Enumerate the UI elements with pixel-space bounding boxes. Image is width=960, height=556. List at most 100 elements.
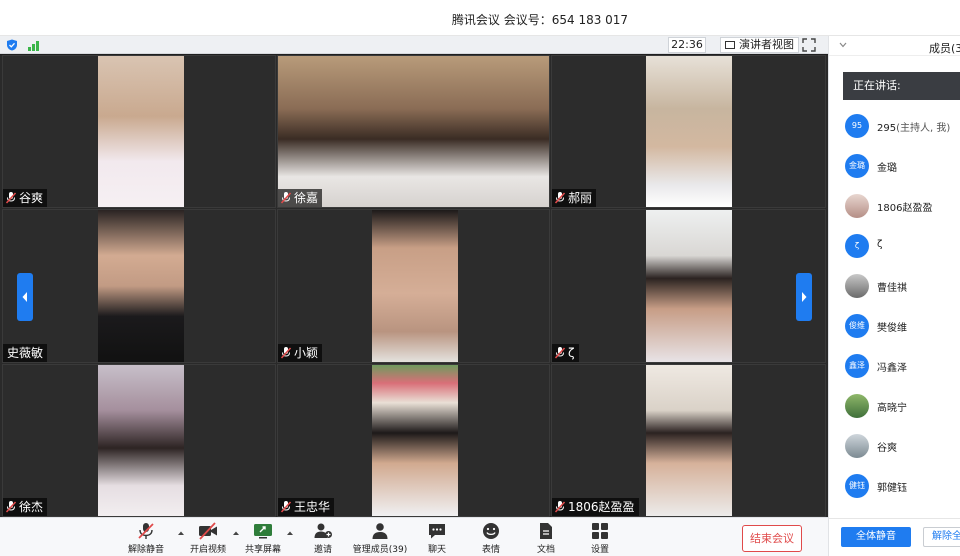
share-label: 共享屏幕 (244, 545, 281, 555)
members-panel-title: 成员(39) (929, 42, 960, 55)
end-meeting-button[interactable]: 结束会议 (742, 525, 802, 552)
chevron-down-icon[interactable] (839, 42, 847, 48)
video-tile[interactable]: 徐杰 (2, 364, 276, 517)
video-tile[interactable]: ζ (551, 209, 826, 363)
settings-button[interactable]: 设置 (572, 522, 628, 556)
participant-video (372, 365, 458, 516)
start-video-button[interactable]: 开启视频 (180, 522, 236, 556)
chevron-up-icon[interactable] (286, 530, 294, 536)
speaker-view-button[interactable]: 演讲者视图 (720, 37, 799, 53)
meeting-area: 22:36 演讲者视图 谷爽 徐嘉 郝丽 史薇敏 小颖 ζ 徐杰 王忠华 180… (0, 36, 828, 556)
members-icon (372, 523, 388, 539)
mic-muted-icon (555, 347, 565, 359)
video-tile[interactable]: 小颖 (277, 209, 550, 363)
member-name: 1806赵盈盈 (877, 203, 933, 214)
participant-nametag: 小颖 (278, 344, 323, 362)
participant-nametag: 王忠华 (278, 498, 335, 516)
shield-icon[interactable] (6, 39, 18, 51)
meeting-status-bar: 22:36 演讲者视图 (0, 36, 828, 54)
participant-name: 谷爽 (19, 191, 44, 205)
participant-name: 郝丽 (568, 191, 593, 205)
member-row[interactable]: 95 295(主持人, 我) (829, 106, 960, 146)
docs-label: 文档 (536, 545, 555, 555)
member-row[interactable]: 鑫泽 冯鑫泽 (829, 346, 960, 386)
video-tile[interactable]: 谷爽 (2, 55, 276, 208)
member-name: ζ (877, 239, 883, 250)
window-title: 腾讯会议 会议号：654 183 017 (451, 13, 629, 27)
next-page-button[interactable] (796, 273, 812, 321)
share-screen-button[interactable]: 共享屏幕 (235, 522, 291, 556)
avatar: 健钰 (845, 474, 869, 498)
mic-muted-icon (6, 501, 16, 513)
fullscreen-icon[interactable] (802, 38, 816, 52)
participant-name: ζ (568, 346, 575, 360)
video-label: 开启视频 (189, 545, 226, 555)
participant-name: 王忠华 (294, 500, 331, 514)
avatar (845, 394, 869, 418)
chat-button[interactable]: 聊天 (409, 522, 465, 556)
participant-video (646, 210, 732, 362)
avatar: 鑫泽 (845, 354, 869, 378)
participant-video (646, 365, 732, 516)
member-row[interactable]: ζζ (829, 226, 960, 266)
unmute-button[interactable]: 解除静音 (118, 522, 174, 556)
video-tile[interactable]: 徐嘉 (277, 55, 550, 208)
invite-label: 邀请 (313, 545, 332, 555)
chat-icon (429, 524, 445, 539)
mic-muted-icon (6, 192, 16, 204)
video-tile[interactable]: 1806赵盈盈 (551, 364, 826, 517)
participant-video (98, 210, 184, 362)
participant-name: 小颖 (294, 346, 319, 360)
participant-nametag: 1806赵盈盈 (552, 498, 639, 516)
video-grid: 谷爽 徐嘉 郝丽 史薇敏 小颖 ζ 徐杰 王忠华 1806赵盈盈 (0, 55, 828, 517)
meeting-toolbar: 解除静音 开启视频 共享屏幕 邀请 管理成员(39) 聊天 表情 文档 设置 结… (0, 517, 828, 556)
member-row[interactable]: 谷爽 (829, 426, 960, 466)
grid-view-icon (725, 41, 735, 49)
chevron-left-icon (22, 292, 27, 302)
video-tile[interactable]: 王忠华 (277, 364, 550, 517)
member-row[interactable]: 1806赵盈盈 (829, 186, 960, 226)
video-tile[interactable]: 史薇敏 (2, 209, 276, 363)
avatar (845, 434, 869, 458)
member-row[interactable]: 金璐 金璐 (829, 146, 960, 186)
member-row[interactable]: 高晓宁 (829, 386, 960, 426)
mic-muted-icon (281, 192, 291, 204)
mic-muted-icon (555, 501, 565, 513)
mute-all-button[interactable]: 全体静音 (841, 527, 911, 547)
video-off-icon (199, 522, 217, 540)
member-row[interactable]: 俊维 樊俊维 (829, 306, 960, 346)
previous-page-button[interactable] (17, 273, 33, 321)
participant-nametag: 徐嘉 (278, 189, 323, 207)
settings-label: 设置 (590, 545, 609, 555)
share-screen-icon (254, 524, 272, 539)
participant-nametag: 谷爽 (3, 189, 48, 207)
member-name: 冯鑫泽 (877, 363, 907, 374)
add-user-icon (314, 523, 332, 538)
settings-grid-icon (592, 523, 608, 539)
unmute-all-button[interactable]: 解除全 (923, 527, 960, 547)
member-row[interactable]: 曹佳祺 (829, 266, 960, 306)
view-label: 演讲者视图 (739, 38, 794, 51)
member-name: 金璐 (877, 163, 897, 174)
participant-nametag: 徐杰 (3, 498, 48, 516)
avatar: 金璐 (845, 154, 869, 178)
mic-muted-icon (555, 192, 565, 204)
invite-button[interactable]: 邀请 (295, 522, 351, 556)
emoji-button[interactable]: 表情 (463, 522, 519, 556)
members-panel-footer: 全体静音 解除全 (829, 518, 960, 556)
avatar: 俊维 (845, 314, 869, 338)
smiley-icon (483, 523, 499, 539)
video-tile[interactable]: 郝丽 (551, 55, 826, 208)
docs-button[interactable]: 文档 (518, 522, 574, 556)
members-label: 管理成员(39) (352, 545, 408, 555)
avatar (845, 274, 869, 298)
member-name: 郭健钰 (877, 483, 907, 494)
signal-icon[interactable] (28, 39, 42, 51)
member-row[interactable]: 健钰 郭健钰 (829, 466, 960, 506)
manage-members-button[interactable]: 管理成员(39) (352, 522, 408, 556)
mic-muted-icon (138, 523, 154, 539)
chevron-right-icon (802, 292, 807, 302)
members-list: 95 295(主持人, 我) 金璐 金璐 1806赵盈盈 ζζ 曹佳祺 俊维 樊俊维 … (829, 106, 960, 506)
participant-nametag: 郝丽 (552, 189, 597, 207)
participant-video (372, 210, 458, 362)
